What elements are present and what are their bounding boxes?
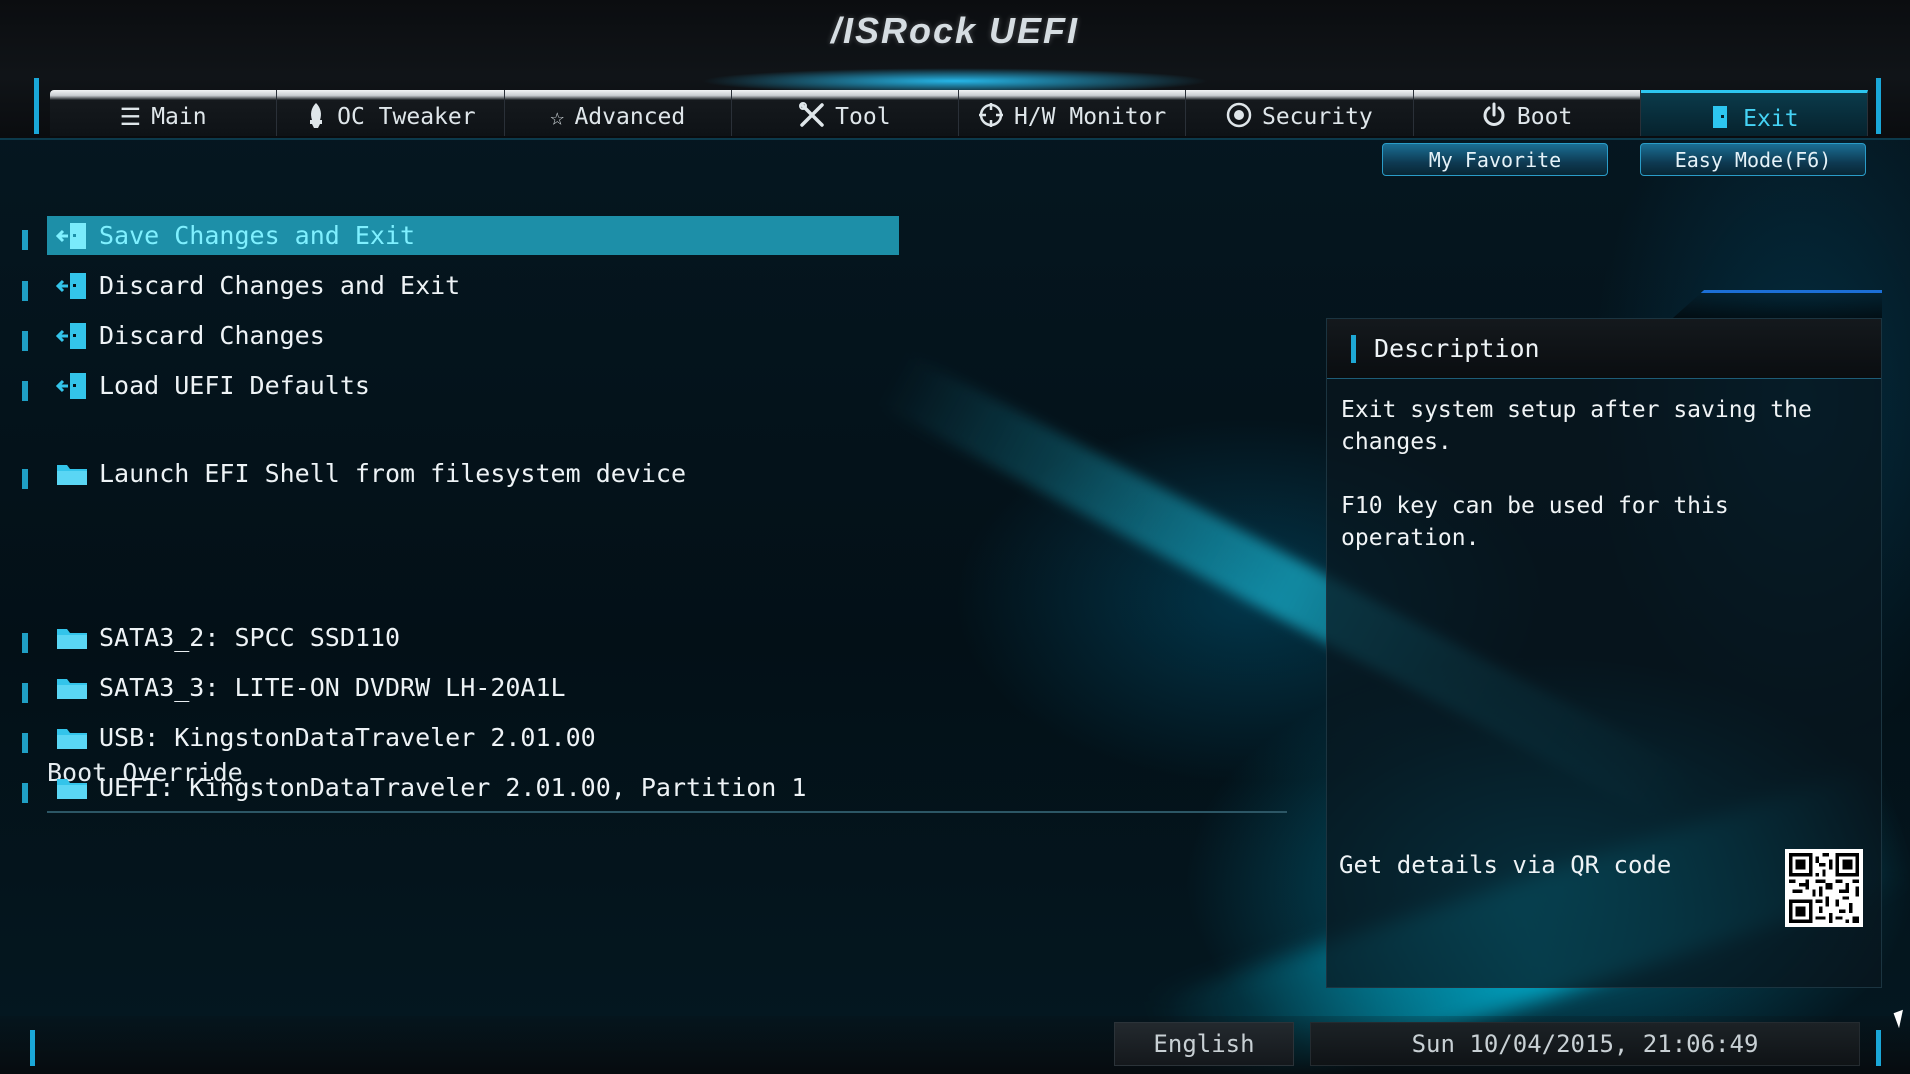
row-bullet xyxy=(22,733,28,753)
row-bullet xyxy=(22,381,28,401)
footer-accent-left xyxy=(30,1030,35,1066)
menu-item-save-changes-and-exit[interactable]: Save Changes and Exit xyxy=(47,216,899,255)
row-bullet xyxy=(22,633,28,653)
system-datetime: Sun 10/04/2015, 21:06:49 xyxy=(1310,1022,1860,1066)
menu-item-label: Launch EFI Shell from filesystem device xyxy=(99,459,686,488)
folder-icon xyxy=(55,623,89,653)
menu-item-label: Save Changes and Exit xyxy=(99,221,416,250)
description-text: Exit system setup after saving the chang… xyxy=(1341,397,1812,551)
power-icon xyxy=(1481,102,1507,132)
tab-boot[interactable]: Boot xyxy=(1414,90,1641,136)
tab-oc-tweaker[interactable]: OC Tweaker xyxy=(277,90,505,136)
qr-label: Get details via QR code xyxy=(1339,851,1672,879)
exit-door-icon xyxy=(55,371,89,401)
brand-logo: /ISRock UEFI xyxy=(830,10,1080,51)
row-bullet xyxy=(22,469,28,489)
tab-label: Main xyxy=(151,104,207,130)
boot-device-label: UEFI: KingstonDataTraveler 2.01.00, Part… xyxy=(99,773,807,802)
tab-label: Tool xyxy=(835,104,891,130)
row-bullet xyxy=(22,230,28,250)
star-icon: ☆ xyxy=(550,103,565,131)
menu-item-label: Discard Changes and Exit xyxy=(99,271,461,300)
section-divider xyxy=(47,811,1287,813)
exit-door-icon xyxy=(1709,104,1733,134)
menu-item-discard-changes-and-exit[interactable]: Discard Changes and Exit xyxy=(47,266,899,305)
exit-door-icon xyxy=(55,271,89,301)
top-header: /ISRock UEFI ☰ Main OC Tweaker ☆ Advance… xyxy=(0,0,1910,140)
description-header: Description xyxy=(1327,319,1881,379)
tab-tool[interactable]: Tool xyxy=(732,90,959,136)
description-title: Description xyxy=(1374,334,1540,363)
target-icon xyxy=(978,102,1004,132)
boot-device-label: SATA3_3: LITE-ON DVDRW LH-20A1L xyxy=(99,673,566,702)
tab-main[interactable]: ☰ Main xyxy=(50,90,278,136)
boot-device-uefi-usb[interactable]: UEFI: KingstonDataTraveler 2.01.00, Part… xyxy=(47,768,899,807)
qr-code[interactable] xyxy=(1785,849,1863,927)
exit-door-icon xyxy=(55,221,89,251)
menu-item-label: Load UEFI Defaults xyxy=(99,371,370,400)
description-panel: Description Exit system setup after savi… xyxy=(1326,318,1882,988)
boot-device-label: USB: KingstonDataTraveler 2.01.00 xyxy=(99,723,596,752)
header-accent-right xyxy=(1876,78,1881,134)
exit-door-icon xyxy=(55,321,89,351)
my-favorite-button[interactable]: My Favorite xyxy=(1382,143,1608,176)
folder-icon xyxy=(55,723,89,753)
shield-icon xyxy=(1226,102,1252,132)
menu-item-label: Discard Changes xyxy=(99,321,325,350)
exit-menu: Save Changes and Exit Discard Changes an… xyxy=(0,216,1300,856)
tools-icon xyxy=(799,102,825,132)
folder-icon xyxy=(55,459,89,489)
tab-label: Boot xyxy=(1516,104,1573,130)
list-icon: ☰ xyxy=(119,103,142,131)
header-accent-left xyxy=(34,78,39,134)
tab-label: OC Tweaker xyxy=(337,104,476,130)
tab-label: Exit xyxy=(1743,105,1799,132)
tab-advanced[interactable]: ☆ Advanced xyxy=(505,90,732,136)
tab-label: H/W Monitor xyxy=(1013,104,1167,130)
row-bullet xyxy=(22,281,28,301)
menu-item-launch-efi-shell[interactable]: Launch EFI Shell from filesystem device xyxy=(47,454,899,493)
boot-device-label: SATA3_2: SPCC SSD110 xyxy=(99,623,401,652)
tab-hw-monitor[interactable]: H/W Monitor xyxy=(959,90,1187,136)
description-accent-bar xyxy=(1351,334,1356,363)
boot-device-sata3-3[interactable]: SATA3_3: LITE-ON DVDRW LH-20A1L xyxy=(47,668,899,707)
folder-icon xyxy=(55,673,89,703)
row-bullet xyxy=(22,683,28,703)
rocket-icon xyxy=(305,102,327,132)
boot-device-usb[interactable]: USB: KingstonDataTraveler 2.01.00 xyxy=(47,718,899,757)
tab-exit[interactable]: Exit xyxy=(1640,90,1868,136)
main-tab-bar: ☰ Main OC Tweaker ☆ Advanced Tool H/W Mo… xyxy=(50,90,1868,136)
folder-icon xyxy=(55,773,89,803)
boot-device-sata3-2[interactable]: SATA3_2: SPCC SSD110 xyxy=(47,618,899,657)
easy-mode-button[interactable]: Easy Mode(F6) xyxy=(1640,143,1866,176)
menu-item-load-uefi-defaults[interactable]: Load UEFI Defaults xyxy=(47,366,899,405)
row-bullet xyxy=(22,331,28,351)
tab-security[interactable]: Security xyxy=(1186,90,1414,136)
language-button[interactable]: English xyxy=(1114,1022,1294,1066)
tab-label: Advanced xyxy=(574,104,686,130)
bottom-status-bar: English Sun 10/04/2015, 21:06:49 xyxy=(0,1016,1910,1074)
row-bullet xyxy=(22,783,28,803)
tab-label: Security xyxy=(1261,104,1373,130)
footer-accent-right xyxy=(1876,1030,1881,1066)
menu-item-discard-changes[interactable]: Discard Changes xyxy=(47,316,899,355)
